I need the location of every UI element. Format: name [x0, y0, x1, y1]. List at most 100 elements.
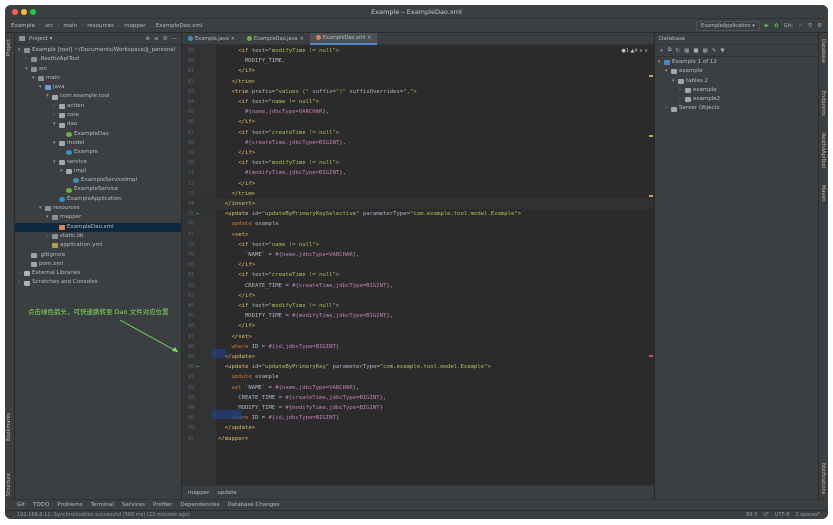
nav-crumb[interactable]: mapper	[124, 23, 145, 29]
code-line[interactable]: 59 <if test="modifyTime != null">	[182, 46, 654, 56]
code-line[interactable]: 87 </set>	[182, 332, 654, 342]
tree-item[interactable]: application.yml	[15, 241, 181, 250]
close-icon[interactable]: ×	[300, 33, 304, 45]
left-tool-tab[interactable]: Bookmarks	[6, 413, 12, 441]
code-line[interactable]: 82 CREATE_TIME = #{createTime,jdbcType=B…	[182, 281, 654, 291]
right-tool-tab[interactable]: Database	[820, 39, 826, 63]
tree-item[interactable]: ▾ java	[15, 83, 181, 92]
code-line[interactable]: 80 </if>	[182, 260, 654, 270]
code-line[interactable]: 83 </if>	[182, 291, 654, 301]
nav-crumb[interactable]: Example	[11, 23, 35, 29]
run-icon[interactable]: ▶	[765, 23, 769, 29]
left-tool-tab[interactable]: Project	[6, 39, 12, 56]
navigate-arrow-icon[interactable]: ←	[196, 209, 199, 219]
code-line[interactable]: 63 <trim prefix="values (" suffix=")" su…	[182, 87, 654, 97]
code-line[interactable]: 96 </update>	[182, 423, 654, 433]
right-tool-tab[interactable]: RestfulApiTool	[820, 133, 826, 168]
tree-item[interactable]: ▾ Example [tool] ~/Documents/Workspace/jj…	[15, 46, 181, 55]
db-tree-item[interactable]: ▾ example	[655, 67, 818, 76]
code-line[interactable]: 74 </insert>	[182, 199, 654, 209]
stop-icon[interactable]: ■	[693, 48, 698, 54]
code-line[interactable]: 81 <if test="createTime != null">	[182, 270, 654, 280]
table-icon[interactable]: ▦	[703, 48, 708, 54]
nav-crumb[interactable]: main	[63, 23, 77, 29]
inspection-widget[interactable]: ●1 ▲4 ∧ ∨	[621, 48, 648, 54]
code-line[interactable]: 91 update example	[182, 372, 654, 382]
breadcrumb-item[interactable]: mapper	[188, 490, 209, 496]
db-tree-item[interactable]: ▾ tables 2	[655, 77, 818, 86]
editor-tab[interactable]: ExampleDao.java ×	[241, 33, 310, 45]
tree-item[interactable]: ▾ resources	[15, 204, 181, 213]
left-tool-tab[interactable]: Structure	[6, 473, 12, 496]
settings-icon[interactable]: ⚙	[817, 23, 822, 29]
code-line[interactable]: 88 where ID = #{id,jdbcType=BIGINT}	[182, 342, 654, 352]
code-line[interactable]: 68 #{createTime,jdbcType=BIGINT},	[182, 138, 654, 148]
code-line[interactable]: 90 <update id="updateByPrimaryKey" param…	[182, 362, 654, 372]
warning-marker[interactable]	[649, 195, 653, 197]
locate-icon[interactable]: ⊕	[145, 36, 150, 42]
error-marker[interactable]	[649, 355, 653, 357]
code-line[interactable]: 89 </update>	[182, 352, 654, 362]
code-line[interactable]: 62 </trim>	[182, 77, 654, 87]
code-line[interactable]: 73 </trim>	[182, 189, 654, 199]
bottom-tool-tab[interactable]: Dependencies	[180, 502, 219, 508]
code-line[interactable]: 69 </if>	[182, 148, 654, 158]
tree-item[interactable]: ▾ src	[15, 65, 181, 74]
code-line[interactable]: 76 update example	[182, 219, 654, 229]
edit-icon[interactable]: ✎	[712, 48, 717, 54]
tree-item[interactable]: .gitignore	[15, 251, 181, 260]
code-line[interactable]: 79 `NAME` = #{name,jdbcType=VARCHAR},	[182, 250, 654, 260]
filter-icon[interactable]: ▼	[720, 48, 724, 54]
code-line[interactable]: 93 CREATE_TIME = #{createTime,jdbcType=B…	[182, 393, 654, 403]
code-line[interactable]: 70 <if test="modifyTime != null">	[182, 158, 654, 168]
bottom-tool-tab[interactable]: Profiler	[153, 502, 172, 508]
status-item[interactable]: 2 spaces*	[795, 512, 820, 518]
code-line[interactable]: 67 <if test="createTime != null">	[182, 128, 654, 138]
bottom-tool-tab[interactable]: Problems	[57, 502, 82, 508]
code-line[interactable]: 92 set `NAME` = #{name,jdbcType=VARCHAR}…	[182, 383, 654, 393]
db-tree-item[interactable]: › Server Objects	[655, 104, 818, 113]
tree-item[interactable]: ExampleDao.xml	[15, 222, 181, 232]
warning-marker[interactable]	[649, 75, 653, 77]
bottom-tool-tab[interactable]: Terminal	[91, 502, 114, 508]
tree-item[interactable]: › static.lib	[15, 232, 181, 241]
bottom-tool-tab[interactable]: Services	[122, 502, 145, 508]
warning-marker[interactable]	[649, 135, 653, 137]
bottom-tool-tab[interactable]: TODO	[33, 502, 49, 508]
tree-item[interactable]: ▾ dao	[15, 120, 181, 129]
code-line[interactable]: 71 #{modifyTime,jdbcType=BIGINT},	[182, 168, 654, 178]
code-line[interactable]: 86 </if>	[182, 321, 654, 331]
code-line[interactable]: 72 </if>	[182, 179, 654, 189]
db-tree-item[interactable]: › example2	[655, 95, 818, 104]
close-icon[interactable]: ×	[231, 33, 235, 45]
tree-item[interactable]: ▾ com.example.tool	[15, 92, 181, 101]
code-line[interactable]: 97 </mapper>	[182, 434, 654, 444]
tree-item[interactable]: › core	[15, 111, 181, 120]
refresh-icon[interactable]: ↻	[676, 48, 681, 54]
status-item[interactable]: LF	[763, 512, 769, 518]
code-line[interactable]: 66 </if>	[182, 117, 654, 127]
right-tool-tab[interactable]: Endpoints	[820, 91, 826, 116]
bottom-tool-tab[interactable]: Database Changes	[228, 502, 280, 508]
code-line[interactable]: 94 MODIFY_TIME = #{modifyTime,jdbcType=B…	[182, 403, 654, 413]
nav-crumb[interactable]: resources	[87, 23, 114, 29]
search-icon[interactable]: ⚲	[808, 23, 812, 29]
bottom-tool-tab[interactable]: Git	[17, 502, 25, 508]
add-icon[interactable]: +	[659, 48, 664, 54]
tree-item[interactable]: › .RestfulApiTool	[15, 55, 181, 64]
gear-icon[interactable]: ⚙	[163, 36, 168, 42]
tree-item[interactable]: ▾ mapper	[15, 213, 181, 222]
tree-item[interactable]: ExampleApplication	[15, 195, 181, 204]
tree-item[interactable]: ExampleServiceImpl	[15, 176, 181, 185]
right-tool-tab[interactable]: Notifications	[820, 463, 826, 494]
tree-item[interactable]: › action	[15, 102, 181, 111]
code-line[interactable]: 60 MODIFY_TIME,	[182, 56, 654, 66]
breadcrumb-item[interactable]: update	[217, 490, 236, 496]
code-line[interactable]: 84 <if test="modifyTime != null">	[182, 301, 654, 311]
run-config-select[interactable]: ExampleApplication ▾	[696, 21, 760, 31]
editor-tab[interactable]: ExampleDao.xml ×	[309, 32, 378, 45]
navigate-arrow-icon[interactable]: ←	[196, 362, 199, 372]
project-panel-title[interactable]: Project ▾	[29, 36, 52, 42]
tree-item[interactable]: ▾ main	[15, 74, 181, 83]
code-line[interactable]: 85 MODIFY_TIME = #{modifyTime,jdbcType=B…	[182, 311, 654, 321]
